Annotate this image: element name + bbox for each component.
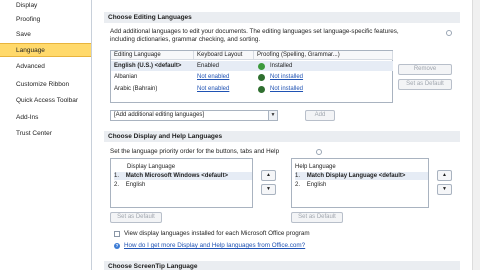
move-down-button[interactable]: ▼ [437,184,452,195]
list-item-label: English [306,182,327,188]
row-keyboard-link[interactable]: Not enabled [194,84,229,94]
arrow-up-icon: ▲ [266,172,271,178]
arrow-up-icon: ▲ [442,172,447,178]
help-list-header: Help Language [295,164,336,170]
options-nav: Display Proofing Save Language Advanced … [0,0,92,270]
set-as-default-button[interactable]: Set as Default [398,79,452,90]
more-languages-link[interactable]: How do I get more Display and Help langu… [124,242,305,250]
add-language-placeholder: [Add additional editing languages] [114,112,205,118]
move-down-button[interactable]: ▼ [261,184,276,195]
row-proofing-link[interactable]: Not installed [267,84,303,94]
info-icon [316,149,322,155]
nav-item-customize-ribbon[interactable]: Customize Ribbon [0,78,91,92]
display-description: Set the language priority order for the … [110,148,280,155]
move-up-button[interactable]: ▲ [261,170,276,181]
nav-item-save[interactable]: Save [0,28,91,42]
list-item-label: Match Microsoft Windows <default> [125,173,228,179]
nav-item-trust-center[interactable]: Trust Center [0,127,91,141]
row-proofing: Installed [270,63,293,69]
nav-item-advanced[interactable]: Advanced [0,60,91,74]
chevron-down-icon[interactable]: ▼ [268,111,277,120]
list-item[interactable]: 1. Match Display Language <default> [295,172,428,180]
row-proofing-link[interactable]: Not installed [267,72,303,82]
help-language-list[interactable]: Help Language 1. Match Display Language … [291,158,429,208]
editing-description-2: including dictionaries, grammar checking… [110,36,261,43]
column-proofing: Proofing (Spelling, Grammar...) [254,51,393,60]
row-language[interactable]: Arabic (Bahrain) [111,84,194,94]
add-button[interactable]: Add [305,110,335,121]
screentip-section-heading: Choose ScreenTip Language [104,261,460,270]
list-item-number: 2. [114,182,120,188]
editing-section-heading: Choose Editing Languages [104,12,460,23]
info-icon [446,30,452,36]
move-up-button[interactable]: ▲ [437,170,452,181]
list-item-label: English [125,182,146,188]
add-language-combo[interactable]: [Add additional editing languages] ▼ [110,110,278,121]
view-display-languages-label: View display languages installed for eac… [124,230,310,237]
list-item[interactable]: 2. English [114,181,145,189]
display-set-as-default-button[interactable]: Set as Default [110,212,162,223]
scrollbar[interactable] [472,0,480,270]
column-editing-language: Editing Language [111,51,194,60]
row-keyboard-link[interactable]: Not enabled [194,72,229,82]
nav-item-display[interactable]: Display [0,0,91,13]
installed-icon [258,63,265,70]
list-item-number: 1. [114,173,120,179]
list-item[interactable]: 2. English [295,181,326,189]
list-item-label: Match Display Language <default> [306,173,406,179]
list-item[interactable]: 1. Match Microsoft Windows <default> [114,172,252,180]
list-item-number: 2. [295,182,301,188]
remove-button[interactable]: Remove [398,64,452,75]
display-list-header: Display Language [127,164,176,170]
nav-item-proofing[interactable]: Proofing [0,13,91,27]
help-set-as-default-button[interactable]: Set as Default [291,212,343,223]
row-language[interactable]: Albanian [111,72,194,82]
display-section-heading: Choose Display and Help Languages [104,131,460,142]
not-installed-icon [258,74,265,81]
arrow-down-icon: ▼ [266,186,271,192]
column-keyboard-layout: Keyboard Layout [194,51,254,60]
nav-item-language[interactable]: Language [0,43,91,57]
arrow-down-icon: ▼ [442,186,447,192]
editing-description-1: Add additional languages to edit your do… [110,28,399,35]
view-display-languages-checkbox[interactable] [114,231,120,237]
nav-item-quick-access-toolbar[interactable]: Quick Access Toolbar [0,94,91,108]
row-language: English (U.S.) <default> [114,63,182,69]
help-icon: ? [114,243,120,249]
display-language-list[interactable]: Display Language 1. Match Microsoft Wind… [110,158,253,208]
nav-item-add-ins[interactable]: Add-Ins [0,111,91,125]
not-installed-icon [258,86,265,93]
list-item-number: 1. [295,173,301,179]
row-keyboard: Enabled [197,63,220,69]
editing-languages-table: Editing Language Keyboard Layout Proofin… [110,50,393,103]
